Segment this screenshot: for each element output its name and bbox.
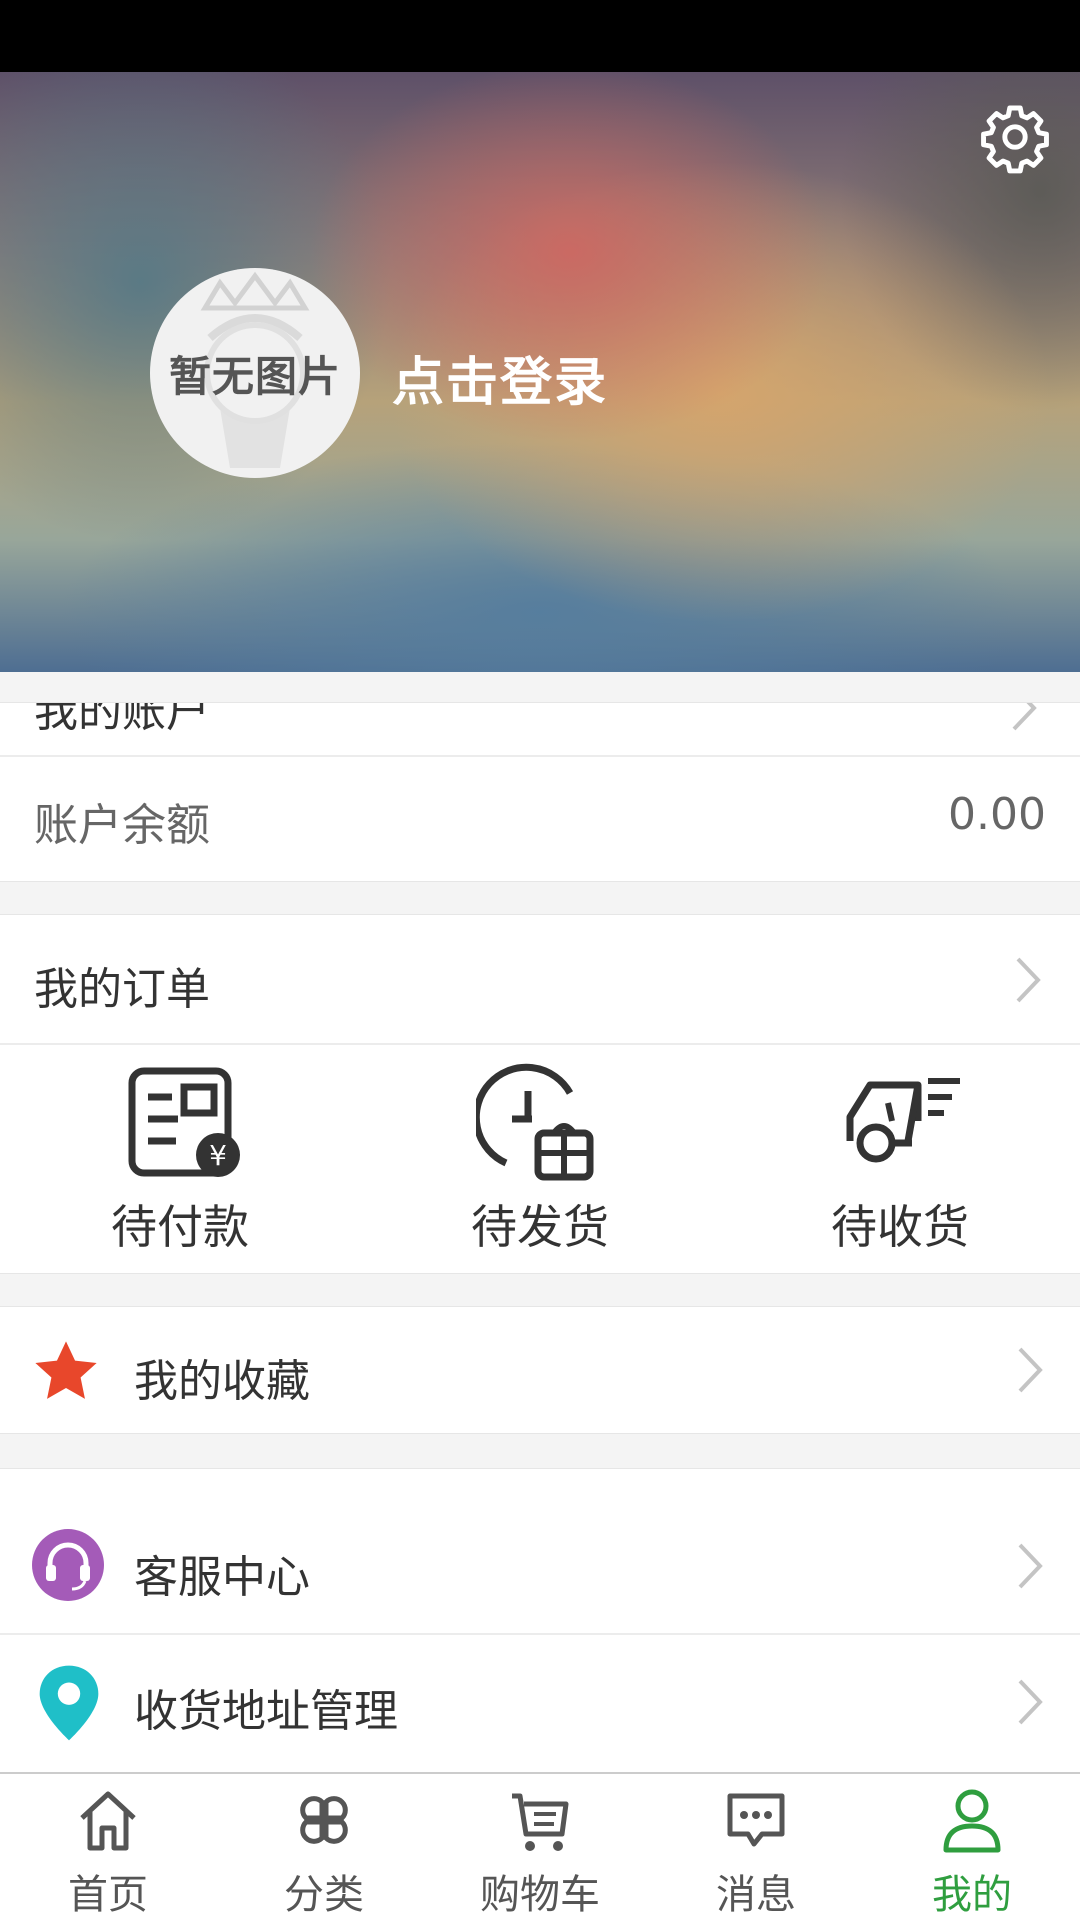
star-icon [35, 1341, 97, 1399]
address-management-label: 收货地址管理 [134, 1686, 398, 1737]
pending-delivery-icon [846, 1078, 960, 1163]
account-card: 我的账户 账户余额 0.00 [0, 702, 1080, 882]
headset-icon [32, 1529, 104, 1601]
tab-label: 分类 [284, 1872, 364, 1918]
location-pin-icon [39, 1665, 99, 1741]
message-icon [727, 1793, 785, 1847]
order-status-label: 待发货 [471, 1200, 609, 1254]
my-account-label: 我的账户 [34, 703, 210, 737]
tab-label: 购物车 [480, 1872, 600, 1918]
tab-home[interactable]: 首页 [0, 1774, 216, 1920]
profile-header: 暂无图片 点击登录 [0, 72, 1080, 672]
chevron-right-icon [1018, 1679, 1043, 1725]
chevron-right-icon [1018, 1347, 1043, 1393]
my-account-row[interactable]: 我的账户 [0, 703, 1080, 755]
tab-label: 首页 [68, 1872, 148, 1918]
chevron-right-icon [1018, 1543, 1043, 1589]
balance-row[interactable]: 账户余额 0.00 [0, 757, 1080, 881]
customer-service-label: 客服中心 [134, 1552, 310, 1603]
order-status-label: 待付款 [111, 1200, 249, 1254]
tab-messages[interactable]: 消息 [648, 1774, 864, 1920]
order-status-pending-payment[interactable]: ¥ 待付款 [0, 1045, 360, 1273]
tab-profile[interactable]: 我的 [864, 1774, 1080, 1920]
address-management-row[interactable]: 收货地址管理 [0, 1635, 1080, 1771]
my-orders-title: 我的订单 [34, 964, 210, 1015]
category-icon [300, 1796, 348, 1844]
svg-text:¥: ¥ [209, 1139, 227, 1172]
balance-label: 账户余额 [34, 800, 210, 851]
services-card: 客服中心 收货地址管理 [0, 1468, 1080, 1774]
pending-shipment-icon [476, 1063, 594, 1181]
profile-icon [943, 1789, 1001, 1853]
balance-value: 0.00 [948, 789, 1046, 840]
orders-card: 我的订单 ¥ 待付款 待发货 待收货 [0, 914, 1080, 1274]
tab-category[interactable]: 分类 [216, 1774, 432, 1920]
my-favorites-row[interactable]: 我的收藏 [0, 1307, 1080, 1433]
customer-service-row[interactable]: 客服中心 [0, 1469, 1080, 1633]
my-orders-row[interactable]: 我的订单 [0, 915, 1080, 1043]
gear-icon[interactable] [978, 100, 1052, 174]
avatar-placeholder-text: 暂无图片 [168, 351, 341, 401]
tab-cart[interactable]: 购物车 [432, 1774, 648, 1920]
order-status-pending-shipment[interactable]: 待发货 [360, 1045, 720, 1273]
login-link[interactable]: 点击登录 [392, 340, 608, 415]
bottom-tab-bar: 首页 分类 购物车 消息 我的 [0, 1772, 1080, 1920]
screen: 暂无图片 点击登录 我的账户 账户余额 0.00 我的订单 ¥ 待付款 待发货 … [0, 0, 1080, 1920]
pending-payment-icon: ¥ [128, 1067, 240, 1177]
home-icon [80, 1791, 136, 1851]
favorites-card: 我的收藏 [0, 1306, 1080, 1434]
tab-label: 我的 [932, 1872, 1012, 1918]
chevron-right-icon [1016, 957, 1041, 1003]
tab-label: 消息 [716, 1872, 796, 1918]
status-bar [0, 0, 1080, 72]
cart-icon [512, 1793, 569, 1851]
order-status-pending-delivery[interactable]: 待收货 [720, 1045, 1080, 1273]
my-favorites-label: 我的收藏 [134, 1356, 310, 1407]
chevron-right-icon [1012, 703, 1037, 731]
avatar[interactable]: 暂无图片 [150, 268, 360, 478]
order-status-label: 待收货 [831, 1200, 969, 1254]
